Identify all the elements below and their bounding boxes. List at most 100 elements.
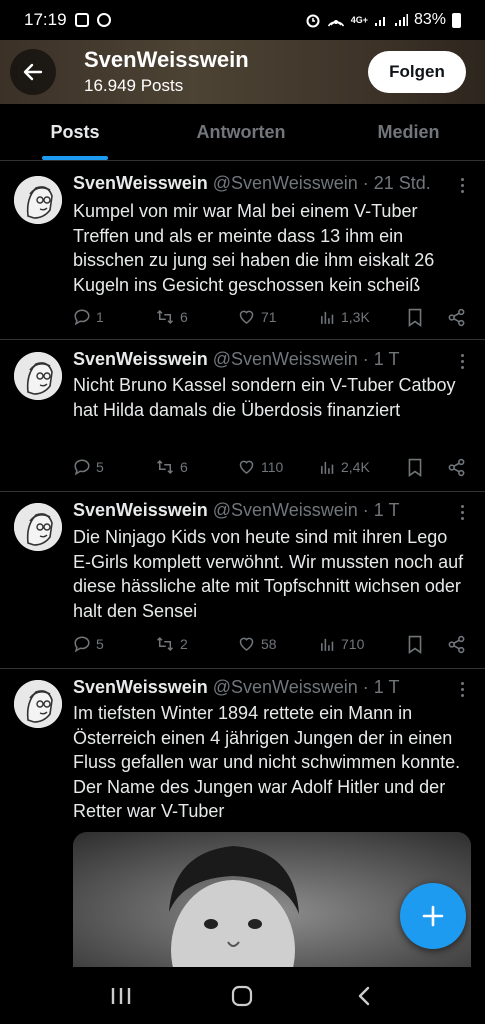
share-button[interactable]: [447, 635, 466, 654]
follow-button[interactable]: Folgen: [368, 51, 466, 93]
tweet[interactable]: SvenWeisswein @SvenWeisswein · 1 T Die N…: [0, 492, 485, 669]
repost-icon: [156, 309, 174, 325]
avatar[interactable]: [14, 352, 62, 400]
network-type: 4G+: [350, 15, 368, 25]
reply-count: 1: [96, 309, 104, 325]
tweet-actions: 1 6 71 1,3K: [73, 305, 468, 329]
author-handle[interactable]: @SvenWeisswein: [213, 677, 358, 697]
author-name[interactable]: SvenWeisswein: [73, 677, 208, 697]
status-bar-left: 17:19: [24, 10, 111, 30]
tweet-time: · 1 T: [362, 500, 400, 520]
bookmark-button[interactable]: [407, 635, 447, 654]
like-button[interactable]: 110: [237, 458, 319, 476]
status-time: 17:19: [24, 10, 67, 29]
repost-count: 2: [180, 636, 188, 652]
more-options-button[interactable]: [457, 178, 467, 193]
views-button[interactable]: 710: [319, 636, 407, 653]
avatar-image: [14, 680, 62, 728]
author-handle[interactable]: @SvenWeisswein: [213, 349, 358, 369]
home-button[interactable]: [222, 976, 262, 1016]
author-handle[interactable]: @SvenWeisswein: [213, 500, 358, 520]
reply-button[interactable]: 5: [73, 635, 155, 653]
like-count: 71: [261, 309, 277, 325]
profile-tabs: Posts Antworten Medien: [0, 104, 485, 161]
recent-apps-button[interactable]: [101, 976, 141, 1016]
tweet-text: Im tiefsten Winter 1894 rettete ein Mann…: [73, 703, 461, 821]
tweet-header: SvenWeisswein @SvenWeisswein · 1 T: [73, 677, 399, 698]
views-count: 2,4K: [341, 459, 370, 475]
author-name[interactable]: SvenWeisswein: [73, 349, 208, 369]
share-icon: [448, 308, 465, 326]
views-button[interactable]: 1,3K: [319, 309, 407, 326]
recent-apps-icon: [111, 987, 131, 1004]
signal-icon: [374, 17, 385, 26]
profile-name: SvenWeisswein: [84, 47, 249, 72]
reply-icon: [74, 636, 90, 653]
tab-label: Antworten: [196, 121, 286, 142]
system-nav-bar: [0, 967, 485, 1024]
tweet-text: Kumpel von mir war Mal bei einem V-Tuber…: [73, 201, 435, 295]
repost-count: 6: [180, 309, 188, 325]
battery-percent: 83%: [413, 11, 446, 28]
tweet-actions: 5 2 58 710: [73, 632, 468, 656]
views-icon: [321, 638, 334, 651]
back-button[interactable]: [10, 49, 56, 95]
tweet-time: · 1 T: [362, 677, 400, 697]
header-text: SvenWeisswein 16.949 Posts: [84, 47, 368, 97]
compose-button[interactable]: [400, 883, 466, 949]
reply-count: 5: [96, 459, 104, 475]
bookmark-icon: [408, 308, 422, 327]
hotspot-icon: [327, 20, 344, 27]
bookmark-button[interactable]: [407, 308, 447, 327]
share-icon: [448, 458, 465, 476]
repost-button[interactable]: 6: [155, 308, 237, 326]
tab-media[interactable]: Medien: [332, 104, 485, 160]
share-icon: [448, 635, 465, 653]
like-button[interactable]: 71: [237, 308, 319, 326]
status-bar: 17:19 4G+ 83%: [0, 0, 485, 40]
reply-button[interactable]: 5: [73, 458, 155, 476]
views-button[interactable]: 2,4K: [319, 459, 407, 476]
avatar-image: [14, 176, 62, 224]
active-tab-indicator: [42, 156, 108, 160]
reply-button[interactable]: 1: [73, 308, 155, 326]
dnd-icon: [96, 13, 111, 27]
bookmark-icon: [408, 458, 422, 477]
share-button[interactable]: [447, 308, 466, 327]
tweet[interactable]: SvenWeisswein @SvenWeisswein · 1 T Nicht…: [0, 340, 485, 492]
tab-posts[interactable]: Posts: [0, 104, 150, 160]
arrow-left-icon: [23, 63, 43, 81]
bookmark-icon: [408, 635, 422, 654]
bookmark-button[interactable]: [407, 458, 447, 477]
avatar[interactable]: [14, 176, 62, 224]
author-name[interactable]: SvenWeisswein: [73, 173, 208, 193]
tweet-actions: 5 6 110 2,4K: [73, 455, 468, 479]
heart-icon: [239, 460, 254, 474]
reply-icon: [74, 459, 90, 476]
author-name[interactable]: SvenWeisswein: [73, 500, 208, 520]
alarm-icon: [306, 14, 320, 28]
views-icon: [321, 461, 334, 474]
system-back-button[interactable]: [344, 976, 384, 1016]
avatar[interactable]: [14, 680, 62, 728]
repost-button[interactable]: 2: [155, 635, 237, 653]
like-count: 110: [261, 459, 284, 475]
more-options-button[interactable]: [457, 505, 467, 520]
avatar[interactable]: [14, 503, 62, 551]
more-options-button[interactable]: [457, 682, 467, 697]
share-button[interactable]: [447, 458, 466, 477]
tweet-header: SvenWeisswein @SvenWeisswein · 21 Std.: [73, 173, 431, 194]
plus-icon: [422, 905, 444, 927]
repost-button[interactable]: 6: [155, 458, 237, 476]
chevron-left-icon: [358, 986, 370, 1005]
views-count: 1,3K: [341, 309, 370, 325]
tab-replies[interactable]: Antworten: [150, 104, 332, 160]
like-button[interactable]: 58: [237, 635, 319, 653]
author-handle[interactable]: @SvenWeisswein: [213, 173, 358, 193]
tweet[interactable]: SvenWeisswein @SvenWeisswein · 21 Std. K…: [0, 162, 485, 340]
post-count: 16.949 Posts: [84, 76, 184, 95]
tab-label: Posts: [50, 121, 100, 142]
tweet-header: SvenWeisswein @SvenWeisswein · 1 T: [73, 500, 399, 521]
more-options-button[interactable]: [457, 354, 467, 369]
tab-label: Medien: [377, 121, 440, 142]
